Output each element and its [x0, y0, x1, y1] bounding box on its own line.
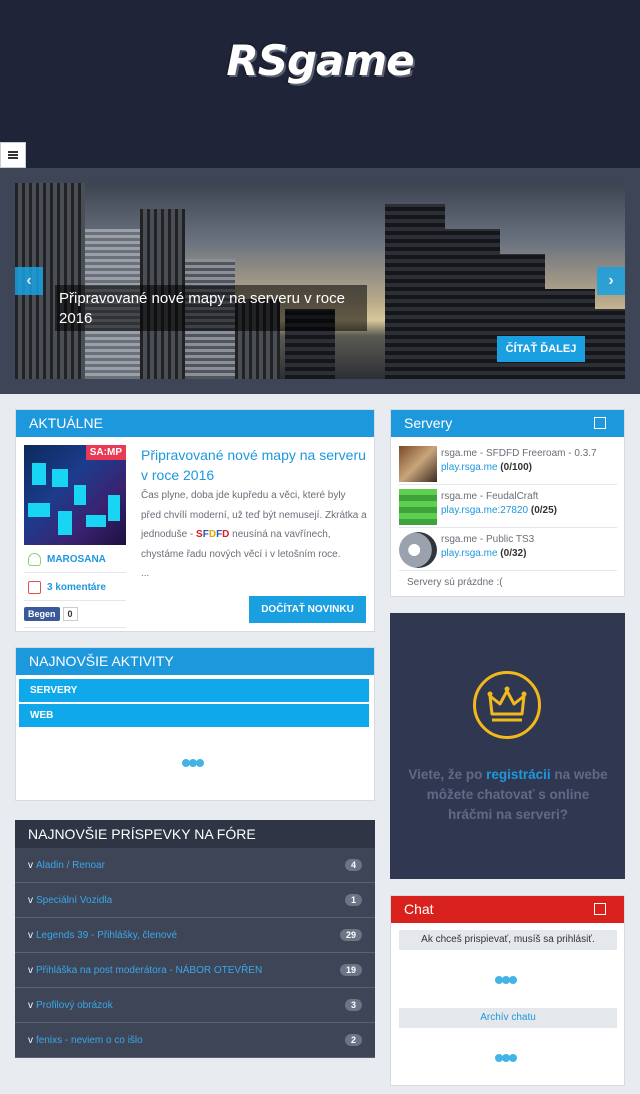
crown-icon [473, 671, 541, 739]
chevron-left-icon: ‹ [26, 272, 32, 289]
forum-list: v Aladin / Renoar 4 v Speciální Vozidla 1 v Leg… [15, 848, 375, 1058]
forum-reply-count: 3 [344, 999, 362, 1011]
loading-indicator [495, 1054, 517, 1062]
servers-box: Servery rsga.me - SFDFD Freeroam - 0.3.7… [390, 409, 625, 597]
menu-icon [8, 151, 18, 159]
read-news-button[interactable]: DOČÍTAŤ NOVINKU [249, 596, 366, 623]
minecraft-server-icon [399, 489, 437, 525]
forum-post-row[interactable]: v Legends 39 - Přihlášky, členové 29 [15, 918, 375, 953]
forum-box: NAJNOVŠIE PRÍSPEVKY NA FÓRE v Aladin / Re… [15, 820, 375, 1058]
hero-slider: Připravované nové mapy na serveru v roce… [0, 168, 640, 394]
news-excerpt: Čas plyne, doba jde kupředu a věci, kter… [141, 490, 367, 579]
server-row[interactable]: rsga.me - FeudalCraft play.rsga.me:27820… [399, 485, 617, 528]
chat-login-note: Ak chceš prispievať, musíš sa prihlásiť. [399, 930, 617, 950]
forum-post-title[interactable]: Speciální Vozidla [36, 895, 345, 906]
forum-reply-count: 4 [344, 859, 362, 871]
activity-box-title: NAJNOVŠIE AKTIVITY [16, 648, 374, 675]
site-header: RSgame [0, 0, 640, 168]
chat-box: Chat Ak chceš prispievať, musíš sa prihl… [390, 895, 625, 1086]
news-item-title[interactable]: Připravované nové mapy na serveru v roce… [141, 445, 371, 485]
news-tag: SA:MP [85, 445, 126, 460]
forum-post-row[interactable]: v Profilový obrázok 3 [15, 988, 375, 1023]
loading-indicator [182, 759, 204, 767]
forum-post-title[interactable]: Přihláška na post moderátora - NÁBOR OTE… [36, 965, 340, 976]
samp-server-icon [399, 446, 437, 482]
forum-post-title[interactable]: fenixs - neviem o co išlo [36, 1035, 345, 1046]
forum-prefix: v [28, 859, 33, 871]
chat-promo-text: Viete, že po registrácii na webe môžete … [408, 767, 608, 822]
site-logo[interactable]: RSgame [0, 36, 640, 85]
forum-prefix: v [28, 929, 33, 941]
server-row[interactable]: rsga.me - Public TS3 play.rsga.me (0/32) [399, 528, 617, 571]
teamspeak-server-icon [399, 532, 437, 568]
forum-post-row[interactable]: v Aladin / Renoar 4 [15, 848, 375, 883]
facebook-like[interactable]: Begen 0 [24, 601, 126, 628]
forum-reply-count: 1 [344, 894, 362, 906]
server-name: rsga.me - Public TS3 [441, 534, 535, 545]
user-icon [28, 552, 41, 566]
server-address[interactable]: play.rsga.me (0/100) [441, 462, 532, 473]
forum-post-row[interactable]: v Speciální Vozidla 1 [15, 883, 375, 918]
forum-box-title: NAJNOVŠIE PRÍSPEVKY NA FÓRE [15, 820, 375, 848]
forum-post-row[interactable]: v fenixs - neviem o co išlo 2 [15, 1023, 375, 1058]
forum-post-title[interactable]: Profilový obrázok [36, 1000, 345, 1011]
register-link[interactable]: registrácii [486, 767, 551, 782]
comments-count: 3 komentáre [47, 581, 106, 593]
activity-box: NAJNOVŠIE AKTIVITY SERVERY WEB [15, 647, 375, 801]
forum-prefix: v [28, 1034, 33, 1046]
forum-prefix: v [28, 894, 33, 906]
news-box: AKTUÁLNE SA:MP MAROSANA 3 komentáre Bege… [15, 409, 375, 632]
server-list-icon[interactable] [594, 417, 606, 429]
servers-empty-text: Servery sú prázdne :( [407, 577, 503, 588]
server-address[interactable]: play.rsga.me:27820 (0/25) [441, 505, 557, 516]
facebook-like-count: 0 [62, 607, 78, 621]
news-thumbnail[interactable]: SA:MP [24, 445, 126, 545]
chevron-right-icon: › [608, 272, 614, 289]
comment-icon [28, 580, 41, 594]
facebook-like-button[interactable]: Begen [24, 607, 60, 621]
author-name: MAROSANA [47, 553, 106, 565]
hamburger-menu-button[interactable] [0, 142, 26, 168]
servers-box-title: Servery [391, 410, 624, 437]
read-more-button[interactable]: ČÍTAŤ ĎALEJ [497, 336, 585, 362]
server-address[interactable]: play.rsga.me (0/32) [441, 548, 526, 559]
news-comments[interactable]: 3 komentáre [24, 574, 126, 601]
forum-prefix: v [28, 999, 33, 1011]
chat-archive-link[interactable]: Archív chatu [399, 1008, 617, 1028]
server-name: rsga.me - FeudalCraft [441, 491, 539, 502]
slider-prev-button[interactable]: ‹ [15, 267, 43, 295]
forum-reply-count: 19 [339, 964, 362, 976]
forum-post-row[interactable]: v Přihláška na post moderátora - NÁBOR OT… [15, 953, 375, 988]
chat-promo-panel: Viete, že po registrácii na webe môžete … [390, 613, 625, 879]
slider-next-button[interactable]: › [597, 267, 625, 295]
news-author[interactable]: MAROSANA [24, 546, 126, 573]
chat-icon[interactable] [594, 903, 606, 915]
news-box-title: AKTUÁLNE [16, 410, 374, 437]
forum-prefix: v [28, 964, 33, 976]
forum-post-title[interactable]: Legends 39 - Přihlášky, členové [36, 930, 340, 941]
chat-box-title: Chat [391, 896, 624, 923]
forum-post-title[interactable]: Aladin / Renoar [36, 860, 345, 871]
loading-indicator [495, 976, 517, 984]
forum-reply-count: 2 [344, 1034, 362, 1046]
hero-image: Připravované nové mapy na serveru v roce… [15, 183, 625, 379]
server-row[interactable]: rsga.me - SFDFD Freeroam - 0.3.7 play.rs… [399, 442, 617, 485]
tab-web[interactable]: WEB [19, 704, 369, 727]
forum-reply-count: 29 [339, 929, 362, 941]
hero-caption[interactable]: Připravované nové mapy na serveru v roce… [55, 285, 367, 331]
server-name: rsga.me - SFDFD Freeroam - 0.3.7 [441, 448, 597, 459]
tab-servery[interactable]: SERVERY [19, 679, 369, 702]
